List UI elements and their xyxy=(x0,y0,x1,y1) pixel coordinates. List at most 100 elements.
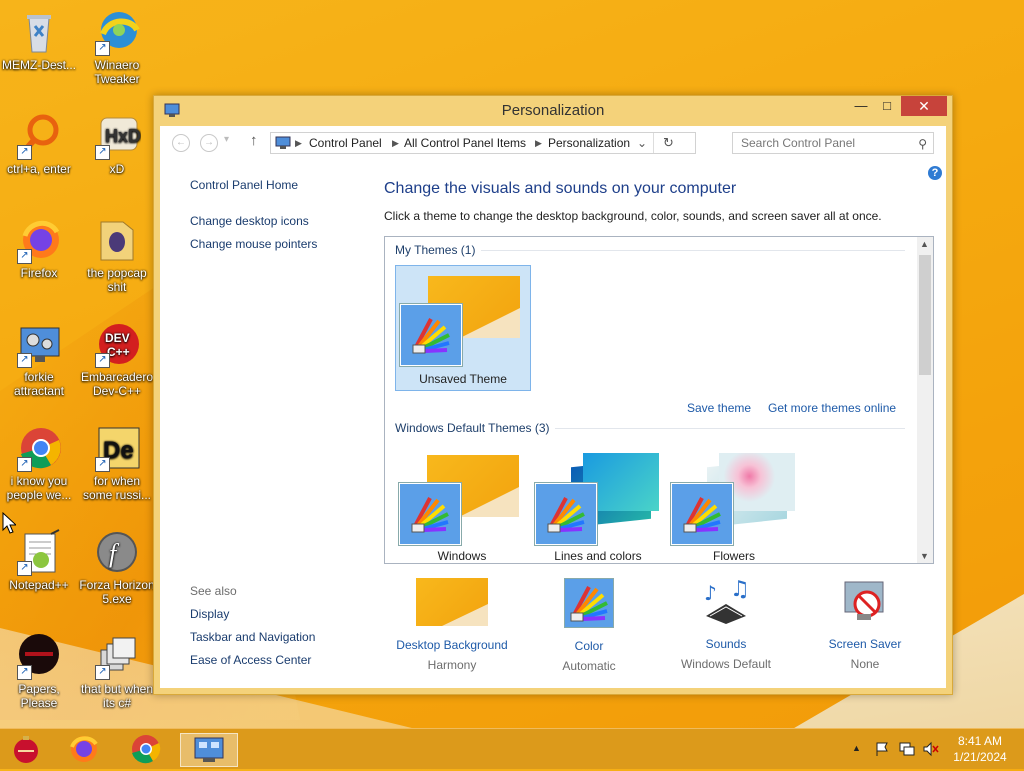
desktop-icon-firefox[interactable]: ↗ Firefox xyxy=(1,216,77,280)
color-icon xyxy=(564,578,614,628)
breadcrumb-personalization[interactable]: Personalization xyxy=(548,133,630,153)
svg-text:HxD: HxD xyxy=(105,126,141,146)
svg-text:♫: ♫ xyxy=(730,578,750,602)
taskbar-firefox-icon[interactable] xyxy=(64,733,104,765)
desktop-background-button[interactable]: Desktop Background Harmony xyxy=(384,578,520,672)
folder-icon xyxy=(93,216,141,264)
desktop-icon-papers-please[interactable]: ↗ Papers, Please xyxy=(1,632,77,710)
shortcut-arrow-icon: ↗ xyxy=(95,665,110,680)
desktop-icon-csharp[interactable]: ↗ that but when its c# xyxy=(79,632,155,710)
my-themes-heading: My Themes (1) xyxy=(395,243,476,257)
desktop-icon-chrome-shortcut[interactable]: ↗ i know you people we... xyxy=(1,424,77,502)
screen-saver-button[interactable]: Screen Saver None xyxy=(810,578,920,671)
scrollbar-thumb[interactable] xyxy=(919,255,931,375)
shortcut-arrow-icon: ↗ xyxy=(95,41,110,56)
forward-button[interactable]: → xyxy=(200,134,218,152)
breadcrumb-all-items[interactable]: All Control Panel Items xyxy=(404,133,526,153)
sidebar-change-mouse-pointers[interactable]: Change mouse pointers xyxy=(190,237,317,251)
refresh-icon[interactable]: ↻ xyxy=(663,133,674,153)
title-bar[interactable]: Personalization — □ ✕ xyxy=(154,96,952,124)
breadcrumb-control-panel[interactable]: Control Panel xyxy=(309,133,382,153)
breadcrumb-separator-icon: ▶ xyxy=(392,138,399,148)
taskbar-control-panel-icon[interactable] xyxy=(180,733,238,767)
desktop-icon-popcap[interactable]: the popcap shit xyxy=(79,216,155,294)
scroll-up-icon[interactable]: ▲ xyxy=(920,239,929,249)
help-icon[interactable]: ? xyxy=(928,166,942,180)
tray-expand-icon[interactable]: ▲ xyxy=(852,743,861,753)
theme-flowers[interactable]: Flowers xyxy=(667,447,801,563)
desktop-icon-devcpp[interactable]: DEV C++ ↗ Embarcadero Dev-C++ xyxy=(79,320,155,398)
desktop-icon-de[interactable]: De ↗ for when some russi... xyxy=(79,424,155,502)
hxd-icon: HxD ↗ xyxy=(93,112,141,160)
volume-muted-icon[interactable] xyxy=(922,741,940,760)
start-ornament-icon[interactable] xyxy=(6,733,46,765)
shortcut-arrow-icon: ↗ xyxy=(95,353,110,368)
see-also-taskbar-navigation[interactable]: Taskbar and Navigation xyxy=(190,630,315,644)
desktop-icon-label: ctrl+a, enter xyxy=(7,162,71,176)
system-clock[interactable]: 8:41 AM 1/21/2024 xyxy=(950,733,1010,765)
desktop-icon-forkie[interactable]: ↗ forkie attractant xyxy=(1,320,77,398)
shortcut-arrow-icon: ↗ xyxy=(17,353,32,368)
theme-unsaved[interactable]: Unsaved Theme xyxy=(395,265,531,391)
desktop-icon-label: Firefox xyxy=(20,266,58,280)
shortcut-arrow-icon: ↗ xyxy=(95,145,110,160)
chrome-icon: ↗ xyxy=(15,424,63,472)
see-also-ease-of-access[interactable]: Ease of Access Center xyxy=(190,653,311,667)
themes-scrollbar[interactable]: ▲ ▼ xyxy=(917,237,933,563)
themes-panel[interactable]: My Themes (1) Unsaved Theme Save theme G… xyxy=(384,236,934,564)
theme-lines-and-colors[interactable]: Lines and colors xyxy=(531,447,665,563)
theme-name: Unsaved Theme xyxy=(419,372,507,386)
color-label: Color xyxy=(574,639,604,653)
theme-windows[interactable]: Windows xyxy=(395,447,529,563)
firefox-icon: ↗ xyxy=(15,216,63,264)
desktop-icon-label: Embarcadero Dev-C++ xyxy=(80,370,154,398)
theme-name: Windows xyxy=(437,549,487,563)
theme-color-swatch xyxy=(535,483,597,545)
address-dropdown-icon[interactable]: ⌄ xyxy=(637,133,647,153)
address-bar[interactable]: ▶ Control Panel ▶ All Control Panel Item… xyxy=(270,132,696,154)
personalization-window: Personalization — □ ✕ ← → ▾ ↑ ▶ Control … xyxy=(153,95,953,695)
default-themes-heading: Windows Default Themes (3) xyxy=(395,421,550,435)
control-panel-icon xyxy=(275,136,291,156)
navigation-bar: ← → ▾ ↑ ▶ Control Panel ▶ All Control Pa… xyxy=(160,126,946,160)
taskbar-chrome-icon[interactable] xyxy=(126,733,166,765)
page-description: Click a theme to change the desktop back… xyxy=(384,209,882,223)
mouse-cursor-icon xyxy=(2,511,18,539)
search-input[interactable]: Search Control Panel ⚲ xyxy=(732,132,934,154)
search-icon[interactable]: ⚲ xyxy=(918,134,927,154)
window-title: Personalization xyxy=(501,102,605,119)
sidebar-change-desktop-icons[interactable]: Change desktop icons xyxy=(190,214,309,228)
recent-locations-chevron-icon[interactable]: ▾ xyxy=(224,134,229,145)
desktop-icon-label: xD xyxy=(109,162,125,176)
scroll-down-icon[interactable]: ▼ xyxy=(920,551,929,561)
minimize-button[interactable]: — xyxy=(847,96,875,116)
up-button[interactable]: ↑ xyxy=(250,132,258,149)
desktop-icon-forza[interactable]: f Forza Horizon 5.exe xyxy=(79,528,155,606)
save-theme-link[interactable]: Save theme xyxy=(687,401,751,415)
desktop-icon-recycle-bin[interactable]: MEMZ-Dest... xyxy=(1,8,77,72)
back-button[interactable]: ← xyxy=(172,134,190,152)
breadcrumb-separator-icon: ▶ xyxy=(295,138,302,148)
screen-saver-icon xyxy=(841,578,889,626)
desktop-icon-hxd[interactable]: HxD ↗ xD xyxy=(79,112,155,176)
desktop-icon-ctrl-a[interactable]: ↗ ctrl+a, enter xyxy=(1,112,77,176)
desktop-icon-winaero[interactable]: ↗ Winaero Tweaker xyxy=(79,8,155,86)
sidebar-home-link[interactable]: Control Panel Home xyxy=(190,178,298,192)
color-button[interactable]: Color Automatic xyxy=(536,578,642,673)
maximize-button[interactable]: □ xyxy=(873,96,901,116)
theme-color-swatch xyxy=(399,483,461,545)
network-icon[interactable] xyxy=(898,741,916,760)
windows-stack-icon: ↗ xyxy=(93,632,141,680)
desktop-icon-label: that but when its c# xyxy=(80,682,154,710)
close-button[interactable]: ✕ xyxy=(901,96,947,116)
sounds-button[interactable]: ♪ ♫ Sounds Windows Default xyxy=(666,577,786,671)
desktop-background-label: Desktop Background xyxy=(396,638,508,652)
action-center-flag-icon[interactable] xyxy=(874,741,890,760)
see-also-display[interactable]: Display xyxy=(190,607,229,621)
shortcut-arrow-icon: ↗ xyxy=(17,145,32,160)
desktop-icon-label: for when some russi... xyxy=(82,474,151,502)
address-divider xyxy=(653,133,654,153)
get-more-themes-link[interactable]: Get more themes online xyxy=(768,401,896,415)
desktop-background-icon xyxy=(416,578,488,626)
shortcut-arrow-icon: ↗ xyxy=(17,561,32,576)
